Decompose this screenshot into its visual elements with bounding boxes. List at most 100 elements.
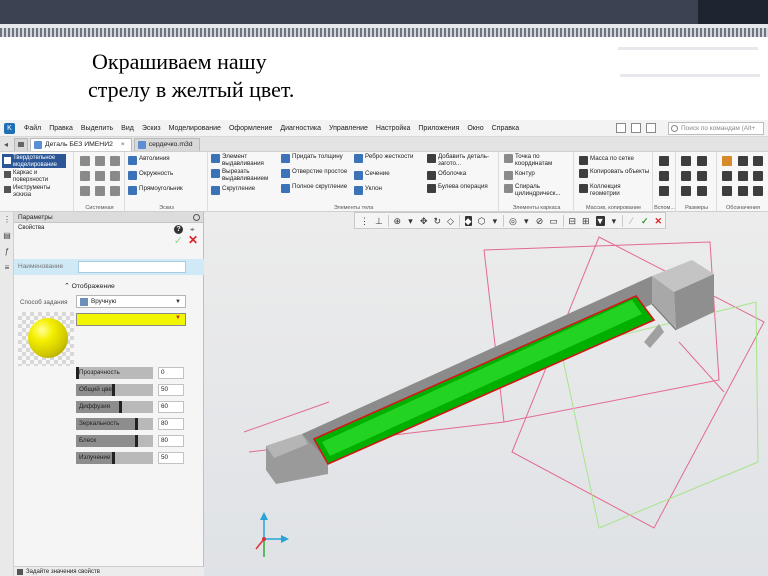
dimension-icon[interactable] [681, 156, 691, 166]
menu-select[interactable]: Выделить [77, 125, 117, 132]
angle-dimension-icon[interactable] [697, 156, 707, 166]
plane-icon[interactable] [659, 156, 669, 166]
help-icon[interactable]: ? [174, 225, 183, 234]
leader-icon[interactable] [753, 156, 763, 166]
text-icon[interactable] [722, 171, 732, 181]
property-slider[interactable]: Излучение [76, 452, 153, 464]
property-slider[interactable]: Прозрачность [76, 367, 153, 379]
color-select[interactable]: ▼ [76, 313, 186, 326]
property-slider[interactable]: Зеркальность [76, 418, 153, 430]
undo-icon[interactable] [95, 186, 105, 196]
filter-icon[interactable]: ▼ [595, 215, 605, 226]
marking-icon[interactable] [722, 186, 732, 196]
draft-button[interactable]: Уклон [354, 185, 416, 195]
menu-settings[interactable]: Настройка [372, 125, 414, 132]
tolerance-icon[interactable] [753, 171, 763, 181]
geometry-collection-button[interactable]: Коллекция геометрии [579, 183, 651, 197]
minimize-icon[interactable] [616, 123, 626, 133]
menu-help[interactable]: Справка [488, 125, 523, 132]
chain-dimension-icon[interactable] [697, 186, 707, 196]
tree-icon[interactable]: ⋮ [3, 216, 11, 224]
model-scene[interactable] [204, 212, 768, 576]
rib-button[interactable]: Ребро жесткости [354, 153, 416, 163]
name-input[interactable] [78, 261, 186, 273]
app-logo-icon[interactable]: K [4, 122, 15, 134]
shell-button[interactable]: Оболочка [427, 170, 497, 180]
cancel-x-icon[interactable]: ✕ [188, 234, 198, 246]
paste-icon[interactable] [110, 171, 120, 181]
property-value-input[interactable]: 80 [158, 418, 184, 430]
section-view-icon[interactable]: ▭ [549, 216, 558, 226]
open-document-icon[interactable] [95, 156, 105, 166]
menu-view[interactable]: Вид [117, 125, 138, 132]
slider-handle[interactable] [134, 435, 138, 447]
gear-icon[interactable] [193, 214, 200, 221]
confirm-check-icon[interactable]: ✓ [641, 216, 649, 226]
copy-objects-button[interactable]: Копировать объекты [579, 168, 651, 178]
base-icon[interactable] [738, 171, 748, 181]
shaded-view-icon[interactable]: ◆ [464, 215, 472, 226]
select-icon[interactable]: ⊞ [582, 216, 590, 226]
property-value-input[interactable]: 0 [158, 367, 184, 379]
grid-array-button[interactable]: Масса по сетке [579, 155, 651, 165]
menu-modeling[interactable]: Моделирование [165, 125, 225, 132]
print-icon[interactable] [80, 186, 90, 196]
visibility-menu-icon[interactable]: ▾ [523, 216, 530, 226]
rectangle-button[interactable]: Прямоугольник [128, 185, 183, 195]
command-search-input[interactable]: Поиск по командам (Alt+ [668, 122, 764, 135]
roughness-icon[interactable] [738, 156, 748, 166]
menu-file[interactable]: Файл [20, 125, 45, 132]
mode-frame-surfaces[interactable]: Каркас и поверхности [2, 170, 66, 183]
zoom-icon[interactable]: ⊕ [394, 216, 402, 226]
close-icon[interactable] [646, 123, 656, 133]
property-value-input[interactable]: 80 [158, 435, 184, 447]
home-tab-icon[interactable] [14, 138, 28, 151]
save-icon[interactable] [110, 156, 120, 166]
add-part-blank-button[interactable]: Добавить деталь-загото... [427, 153, 497, 167]
rotate-icon[interactable]: ↻ [434, 216, 442, 226]
cyl-spiral-button[interactable]: Спираль цилиндрическ... [504, 183, 572, 197]
3d-viewport[interactable]: ⋮ ⊥ ⊕ ▾ ✥ ↻ ◇ ◆ ⬡ ▾ ◎ ▾ ⊘ ▭ ⊟ ⊞ ▼ ▾ ⁄ ✓ … [204, 212, 768, 576]
zoom-menu-icon[interactable]: ▾ [407, 216, 414, 226]
tab-part-unnamed[interactable]: Деталь БЕЗ ИМЕНИ2 × [30, 138, 132, 151]
property-slider[interactable]: Блеск [76, 435, 153, 447]
pan-icon[interactable]: ✥ [420, 216, 428, 226]
slider-handle[interactable] [119, 401, 123, 413]
layers-icon[interactable]: ▤ [3, 232, 11, 240]
extrude-button[interactable]: Элемент выдавливания [211, 153, 279, 167]
slider-handle[interactable] [134, 418, 138, 430]
contour-button[interactable]: Контур [504, 170, 572, 180]
menu-lines-icon[interactable]: ≡ [3, 264, 11, 272]
filter-menu-icon[interactable]: ▾ [611, 216, 618, 226]
radius-dimension-icon[interactable] [681, 171, 691, 181]
measure-icon[interactable]: ⊟ [568, 216, 576, 226]
method-select[interactable]: Вручную ▼ [76, 295, 186, 308]
menu-window[interactable]: Окно [463, 125, 487, 132]
property-value-input[interactable]: 60 [158, 401, 184, 413]
tab-close-icon[interactable]: × [121, 141, 125, 148]
property-slider[interactable]: Общий цвет [76, 384, 153, 396]
copy-icon[interactable] [95, 171, 105, 181]
tabs-scroll-left-icon[interactable]: ◂ [0, 138, 12, 151]
menu-sketch[interactable]: Эскиз [138, 125, 165, 132]
cancel-x-icon[interactable]: ✕ [654, 216, 662, 226]
visibility-icon[interactable]: ◎ [509, 216, 517, 226]
new-document-icon[interactable] [80, 156, 90, 166]
menu-management[interactable]: Управление [325, 125, 372, 132]
variables-icon[interactable]: ƒ [3, 248, 11, 256]
display-mode-icon[interactable]: ⬡ [478, 216, 486, 226]
linear-dimension-icon[interactable] [681, 186, 691, 196]
point-by-coords-button[interactable]: Точка по координатам [504, 153, 572, 167]
table-icon[interactable] [753, 186, 763, 196]
menu-diagnostics[interactable]: Диагностика [276, 125, 325, 132]
redo-icon[interactable] [110, 186, 120, 196]
orient-icon[interactable]: ◇ [447, 216, 454, 226]
hide-icon[interactable]: ⊘ [536, 216, 544, 226]
fillet-button[interactable]: Скругление [211, 185, 279, 195]
mode-solid-modeling[interactable]: Твердотельное моделирование [2, 154, 66, 168]
tab-serdechko[interactable]: сердечко.m3d [133, 138, 200, 151]
full-fillet-button[interactable]: Полное скругление [281, 183, 349, 193]
boolean-button[interactable]: Булева операция [427, 183, 497, 193]
display-menu-icon[interactable]: ▾ [491, 216, 498, 226]
weld-icon[interactable] [738, 186, 748, 196]
